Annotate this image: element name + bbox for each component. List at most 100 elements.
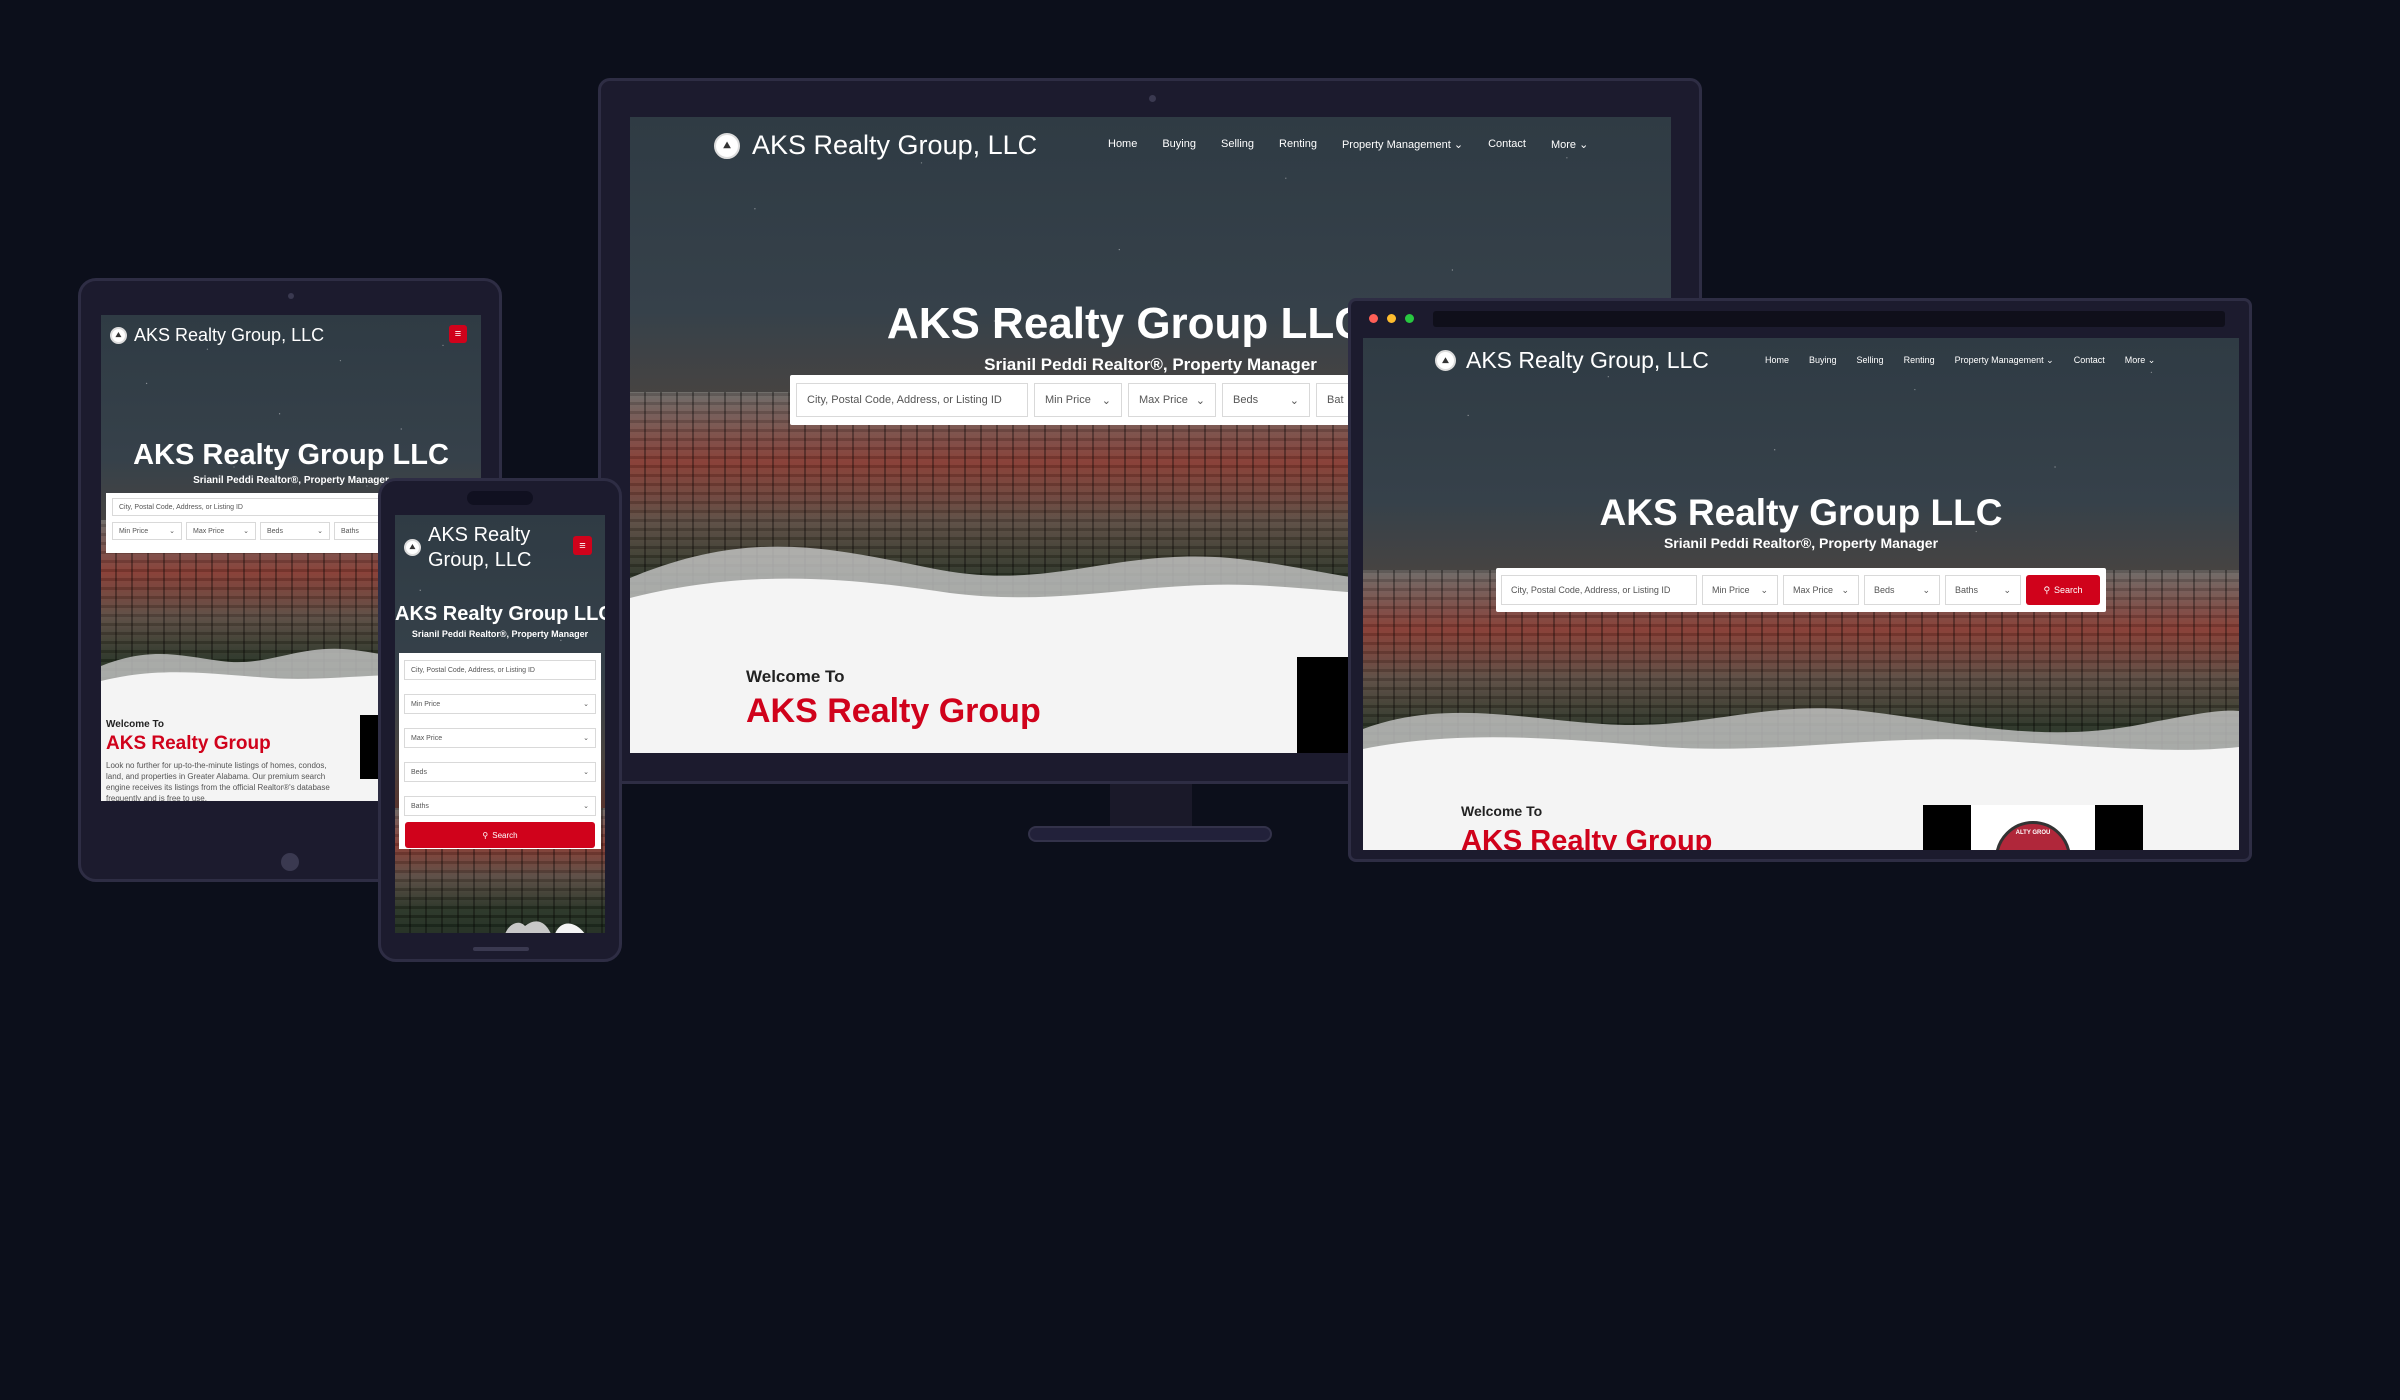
min-price-select[interactable]: Min Price ⌄ <box>1702 575 1778 605</box>
hero-section <box>1363 338 2239 768</box>
nav-property-management[interactable]: Property Management ⌄ <box>1955 355 2054 366</box>
chevron-down-icon: ⌄ <box>583 701 589 708</box>
welcome-to: Welcome To <box>106 719 164 730</box>
nav-property-management-label: Property Management <box>1954 355 2044 365</box>
wave-divider <box>505 921 585 933</box>
nav-property-management[interactable]: Property Management ⌄ <box>1342 138 1463 151</box>
window-controls <box>1369 314 1414 323</box>
nav-contact[interactable]: Contact <box>2074 355 2105 366</box>
search-bar: City, Postal Code, Address, or Listing I… <box>1496 568 2106 612</box>
max-price-select[interactable]: Max Price ⌄ <box>1128 383 1216 417</box>
chevron-down-icon: ⌄ <box>1289 394 1299 407</box>
welcome-brand: AKS Realty Group <box>746 692 1041 730</box>
chevron-down-icon: ⌄ <box>169 528 175 535</box>
home-button[interactable] <box>281 853 299 871</box>
close-dot[interactable] <box>1369 314 1378 323</box>
search-panel: City, Postal Code, Address, or Listing I… <box>399 653 601 849</box>
min-price-label: Min Price <box>1712 585 1750 595</box>
nav-home[interactable]: Home <box>1108 138 1137 151</box>
max-price-select[interactable]: Max Price ⌄ <box>1783 575 1859 605</box>
nav-selling[interactable]: Selling <box>1857 355 1884 366</box>
address-bar[interactable] <box>1433 311 2225 327</box>
chevron-down-icon: ⌄ <box>1195 394 1205 407</box>
nav-more[interactable]: More ⌄ <box>2125 355 2156 366</box>
chevron-down-icon: ⌄ <box>583 803 589 810</box>
nav-renting[interactable]: Renting <box>1279 138 1317 151</box>
brand-name: AKS Realty Group, LLC <box>752 130 1038 160</box>
min-price-label: Min Price <box>119 527 149 535</box>
search-input[interactable]: City, Postal Code, Address, or Listing I… <box>796 383 1028 417</box>
monitor-base <box>1028 826 1272 842</box>
chevron-down-icon: ⌄ <box>1579 139 1589 151</box>
site-logo[interactable]: ⛰ AKS Realty Group, LLC <box>404 523 531 573</box>
beds-select[interactable]: Beds ⌄ <box>260 522 330 540</box>
baths-select[interactable]: Baths ⌄ <box>404 796 596 816</box>
hamburger-icon: ≡ <box>579 539 586 552</box>
chevron-down-icon: ⌄ <box>2003 584 2011 595</box>
baths-label: Bat <box>1327 394 1344 406</box>
beds-label: Beds <box>1874 585 1895 595</box>
site-logo[interactable]: ⛰ AKS Realty Group, LLC <box>1435 347 1709 374</box>
max-price-label: Max Price <box>1139 394 1188 406</box>
chevron-down-icon: ⌄ <box>1101 394 1111 407</box>
search-button-label: Search <box>2054 585 2083 595</box>
min-price-select[interactable]: Min Price ⌄ <box>1034 383 1122 417</box>
phone: ⛰ AKS Realty Group, LLC ≡ AKS Realty Grou… <box>378 478 622 962</box>
baths-select[interactable]: Baths ⌄ <box>1945 575 2021 605</box>
nav-more[interactable]: More ⌄ <box>1551 138 1588 151</box>
nav-home[interactable]: Home <box>1765 355 1789 366</box>
max-price-select[interactable]: Max Price ⌄ <box>404 728 596 748</box>
site-logo[interactable]: ⛰ AKS Realty Group, LLC <box>110 325 324 346</box>
beds-select[interactable]: Beds ⌄ <box>404 762 596 782</box>
chevron-down-icon: ⌄ <box>1841 584 1849 595</box>
realty-group-seal-logo: ALTY GROU <box>1995 821 2071 850</box>
browser-window: ⛰ AKS Realty Group, LLC Home Buying Sell… <box>1348 298 2252 862</box>
nav-selling[interactable]: Selling <box>1221 138 1254 151</box>
beds-select[interactable]: Beds ⌄ <box>1222 383 1310 417</box>
maximize-dot[interactable] <box>1405 314 1414 323</box>
search-placeholder: City, Postal Code, Address, or Listing I… <box>119 503 243 511</box>
beds-label: Beds <box>1233 394 1259 406</box>
search-button-label: Search <box>492 830 518 840</box>
baths-label: Baths <box>1955 585 1979 595</box>
brand-line-2: Group, LLC <box>428 549 532 571</box>
nav-property-management-label: Property Management <box>1341 139 1451 151</box>
max-price-label: Max Price <box>193 527 225 535</box>
max-price-select[interactable]: Max Price ⌄ <box>186 522 256 540</box>
mountain-logo-icon: ⛰ <box>110 327 127 344</box>
search-button[interactable]: ⚲ Search <box>2026 575 2100 605</box>
minimize-dot[interactable] <box>1387 314 1396 323</box>
beds-label: Beds <box>411 768 427 776</box>
beds-select[interactable]: Beds ⌄ <box>1864 575 1940 605</box>
welcome-to: Welcome To <box>746 667 845 686</box>
nav-buying[interactable]: Buying <box>1809 355 1837 366</box>
hamburger-menu-button[interactable]: ≡ <box>449 325 467 343</box>
min-price-select[interactable]: Min Price ⌄ <box>404 694 596 714</box>
monitor-neck <box>1110 784 1192 828</box>
chevron-down-icon: ⌄ <box>2046 355 2054 365</box>
baths-label: Baths <box>411 802 429 810</box>
search-input[interactable]: City, Postal Code, Address, or Listing I… <box>1501 575 1697 605</box>
max-price-label: Max Price <box>1793 585 1834 595</box>
site-logo[interactable]: ⛰ AKS Realty Group, LLC <box>714 130 1037 161</box>
chevron-down-icon: ⌄ <box>243 528 249 535</box>
nav-contact[interactable]: Contact <box>1488 138 1526 151</box>
hamburger-menu-button[interactable]: ≡ <box>573 536 592 555</box>
nav-buying[interactable]: Buying <box>1162 138 1196 151</box>
mountain-logo-icon: ⛰ <box>1435 350 1456 371</box>
camera-dot <box>288 293 294 299</box>
chevron-down-icon: ⌄ <box>1922 584 1930 595</box>
nav-renting[interactable]: Renting <box>1904 355 1935 366</box>
welcome-brand: AKS Realty Group <box>1461 825 1713 850</box>
welcome-brand: AKS Realty Group <box>106 733 271 754</box>
hamburger-icon: ≡ <box>454 328 462 340</box>
search-input[interactable]: City, Postal Code, Address, or Listing I… <box>404 660 596 680</box>
nav-more-label: More <box>1550 139 1577 151</box>
min-price-label: Min Price <box>1045 394 1091 406</box>
brand-name: AKS Realty Group, LLC <box>428 523 531 573</box>
phone-notch <box>467 491 533 505</box>
phone-screen: ⛰ AKS Realty Group, LLC ≡ AKS Realty Grou… <box>395 515 605 933</box>
camera-dot <box>1149 95 1156 102</box>
search-button[interactable]: ⚲ Search <box>405 822 595 848</box>
min-price-select[interactable]: Min Price ⌄ <box>112 522 182 540</box>
